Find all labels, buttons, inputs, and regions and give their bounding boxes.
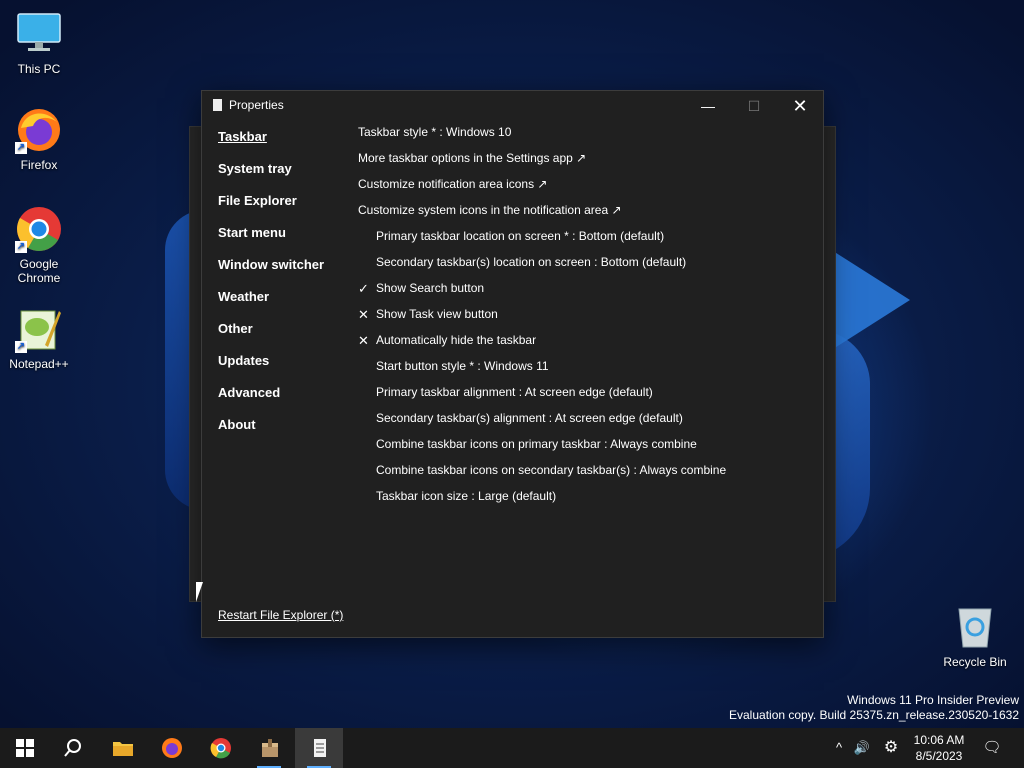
setting-label: Primary taskbar location on screen * : B… [376,229,665,243]
nav-item-taskbar[interactable]: Taskbar [218,129,348,161]
desktop-icon-chrome[interactable]: ↗ Google Chrome [1,205,77,285]
desktop-icon-notepadpp[interactable]: ↗ Notepad++ [1,305,77,371]
desktop-icon-label: Recycle Bin [943,655,1007,669]
setting-row[interactable]: Primary taskbar location on screen * : B… [358,229,808,255]
setting-row[interactable]: Customize system icons in the notificati… [358,203,808,229]
setting-row[interactable]: Start button style * : Windows 11 [358,359,808,385]
windows-watermark: Windows 11 Pro Insider Preview Evaluatio… [729,693,1019,723]
taskbar-package-app[interactable] [245,728,293,768]
setting-row[interactable]: ✓ Show Search button [358,281,808,307]
setting-row[interactable]: Taskbar icon size : Large (default) [358,489,808,515]
desktop-icon-label: Notepad++ [9,357,69,371]
package-icon [262,739,278,757]
setting-label: Combine taskbar icons on primary taskbar… [376,437,697,451]
setting-label: Secondary taskbar(s) location on screen … [376,255,687,269]
setting-row[interactable]: Secondary taskbar(s) location on screen … [358,255,808,281]
setting-label: More taskbar options in the Settings app… [358,151,587,165]
setting-row[interactable]: Taskbar style * : Windows 10 [358,125,808,151]
maximize-button[interactable]: ☐ [731,91,777,121]
cross-icon: ✕ [358,333,369,348]
clock-time: 10:06 AM [913,733,965,747]
setting-label: Start button style * : Windows 11 [376,359,549,373]
desktop-icon-label: This PC [17,62,61,76]
recycle-bin-icon [951,603,999,651]
shortcut-arrow-icon: ↗ [15,142,27,154]
settings-gear-icon[interactable]: ⚙ [879,728,903,768]
setting-label: Primary taskbar alignment : At screen ed… [376,385,653,399]
file-explorer-icon [113,742,133,756]
taskbar: ^ 🔊 ⚙ 10:06 AM 8/5/2023 🗨 [0,728,1024,768]
setting-row[interactable]: More taskbar options in the Settings app… [358,151,808,177]
check-icon: ✓ [358,281,369,296]
nav-item-about[interactable]: About [218,417,348,449]
window-title: Properties [229,98,284,112]
watermark-line: Evaluation copy. Build 25375.zn_release.… [729,708,1019,722]
properties-app-icon [213,99,222,111]
nav-item-other[interactable]: Other [218,321,348,353]
setting-label: Combine taskbar icons on secondary taskb… [376,463,727,477]
desktop-icon-recycle-bin[interactable]: Recycle Bin [937,603,1013,669]
taskbar-chrome[interactable] [196,728,244,768]
nav-item-file-explorer[interactable]: File Explorer [218,193,348,225]
desktop-icon-this-pc[interactable]: This PC [1,10,77,76]
show-hidden-icons-chevron[interactable]: ^ [828,728,850,768]
start-button[interactable] [0,728,48,768]
nav-item-weather[interactable]: Weather [218,289,348,321]
monitor-icon [15,10,63,58]
shortcut-arrow-icon: ↗ [15,241,27,253]
setting-row[interactable]: Combine taskbar icons on primary taskbar… [358,437,808,463]
minimize-button[interactable]: — [685,91,731,121]
nav-item-advanced[interactable]: Advanced [218,385,348,417]
watermark-line: Windows 11 Pro Insider Preview [847,693,1019,707]
chrome-icon: ↗ [15,205,63,253]
mouse-cursor-icon [196,582,203,602]
desktop-icon-label: Google Chrome [17,257,61,285]
cross-icon: ✕ [358,307,369,322]
taskbar-properties[interactable] [295,728,343,768]
setting-row[interactable]: Customize notification area icons ↗ [358,177,808,203]
setting-label: Secondary taskbar(s) alignment : At scre… [376,411,683,425]
restart-file-explorer-link[interactable]: Restart File Explorer (*) [218,608,343,622]
title-bar[interactable]: Properties — ☐ ✕ [202,91,823,121]
nav-item-updates[interactable]: Updates [218,353,348,385]
taskbar-firefox[interactable] [147,728,195,768]
taskbar-file-explorer[interactable] [98,728,146,768]
firefox-icon: ↗ [15,106,63,154]
properties-icon [314,739,326,757]
clock-date: 8/5/2023 [915,749,963,763]
setting-label: Taskbar icon size : Large (default) [376,489,557,503]
clock[interactable]: 10:06 AM 8/5/2023 [906,732,972,764]
setting-row[interactable]: ✕ Show Task view button [358,307,808,333]
settings-nav: Taskbar System tray File Explorer Start … [218,129,348,449]
firefox-icon [162,738,182,758]
chrome-icon [210,738,231,759]
start-icon [16,739,34,757]
setting-label: Show Task view button [376,307,498,321]
search-button[interactable] [48,728,96,768]
search-icon [64,739,81,757]
setting-row[interactable]: Combine taskbar icons on secondary taskb… [358,463,808,489]
setting-label: Customize notification area icons ↗ [358,177,548,191]
nav-item-system-tray[interactable]: System tray [218,161,348,193]
setting-label: Show Search button [376,281,485,295]
setting-label: Automatically hide the taskbar [376,333,537,347]
nav-item-start-menu[interactable]: Start menu [218,225,348,257]
shortcut-arrow-icon: ↗ [15,341,27,353]
close-button[interactable]: ✕ [777,91,823,121]
setting-label: Taskbar style * : Windows 10 [358,125,512,139]
setting-row[interactable]: Primary taskbar alignment : At screen ed… [358,385,808,411]
volume-icon[interactable]: 🔊 [851,728,873,768]
notepadpp-icon: ↗ [15,305,63,353]
properties-window: Properties — ☐ ✕ Taskbar System tray Fil… [201,90,824,638]
setting-label: Customize system icons in the notificati… [358,203,622,217]
setting-row[interactable]: Secondary taskbar(s) alignment : At scre… [358,411,808,437]
settings-list: Taskbar style * : Windows 10 More taskba… [358,125,808,515]
desktop-icon-label: Firefox [20,158,58,172]
notifications-icon[interactable]: 🗨 [978,728,1006,768]
desktop-icon-firefox[interactable]: ↗ Firefox [1,106,77,172]
setting-row[interactable]: ✕ Automatically hide the taskbar [358,333,808,359]
nav-item-window-switcher[interactable]: Window switcher [218,257,348,289]
